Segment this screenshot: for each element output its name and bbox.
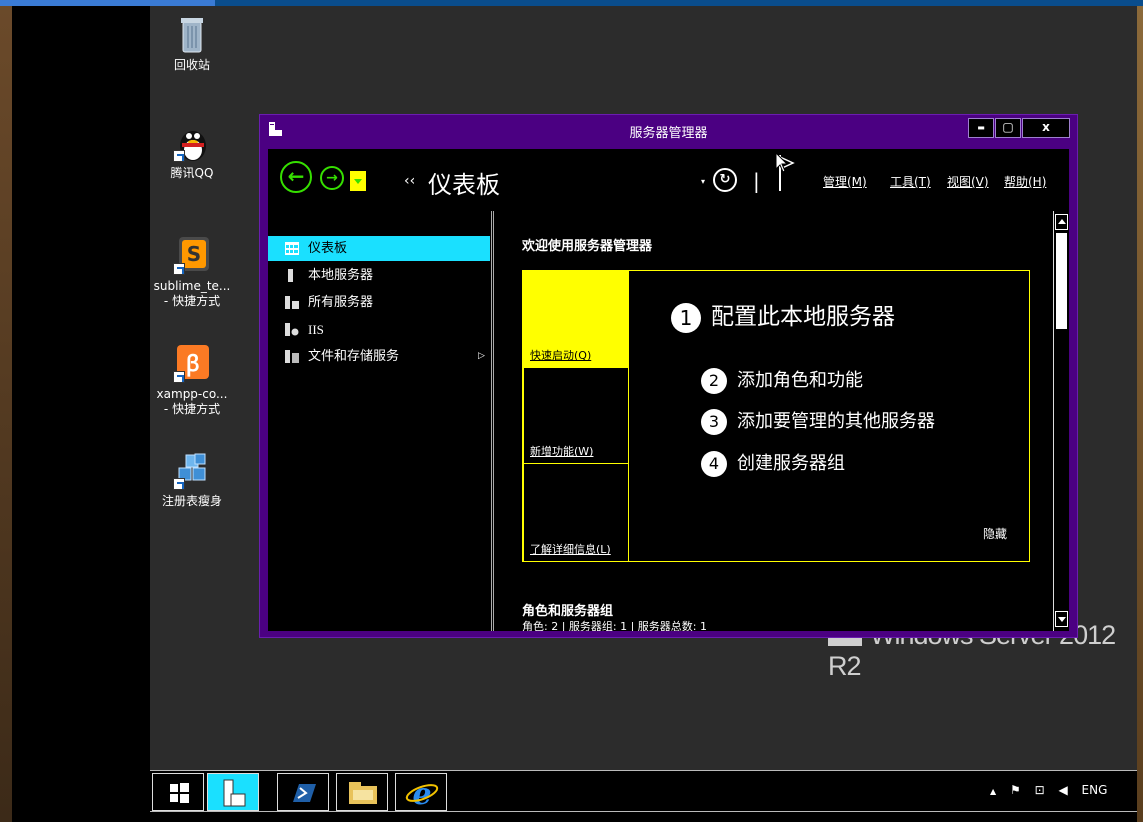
taskbar-internet-explorer[interactable]: e xyxy=(395,773,447,812)
step-add-roles[interactable]: 2 添加角色和功能 xyxy=(701,366,863,394)
server-manager-window[interactable]: 服务器管理器 ▬ ▢ x ← → ‹‹ 仪表板 ▾ ↻ | 管理(M) 工具(T… xyxy=(259,114,1078,638)
hide-link[interactable]: 隐藏 xyxy=(983,525,1007,542)
show-hidden-icons-button[interactable]: ▲ xyxy=(990,787,996,796)
nav-label: IIS xyxy=(308,322,324,337)
internet-explorer-icon: e xyxy=(405,777,439,812)
recycle-bin-icon xyxy=(173,14,211,54)
input-language[interactable]: ENG xyxy=(1082,783,1108,797)
menu-manage[interactable]: 管理(M) xyxy=(823,173,867,190)
step-number-badge: 1 xyxy=(671,302,701,333)
right-edge xyxy=(1137,0,1143,822)
desktop-icon-registry-cleaner[interactable]: 注册表瘦身 xyxy=(152,450,232,509)
system-tray: ▲ ⚑ ⊡ ◀ ENG xyxy=(990,783,1117,797)
menu-tools[interactable]: 工具(T) xyxy=(890,173,931,190)
network-icon[interactable]: ⊡ xyxy=(1035,783,1045,797)
menu-help[interactable]: 帮助(H) xyxy=(1004,173,1046,190)
breadcrumb-chevron-icon: ‹‹ xyxy=(404,173,416,189)
powershell-icon xyxy=(293,784,316,802)
refresh-icon[interactable]: ↻ xyxy=(713,168,737,192)
registry-cubes-icon xyxy=(173,450,211,490)
refresh-dropdown[interactable]: ▾ xyxy=(701,177,705,186)
svg-text:e: e xyxy=(412,777,431,812)
maximize-button[interactable]: ▢ xyxy=(995,118,1021,138)
svg-text:S: S xyxy=(187,242,201,266)
desktop-icon-recycle-bin[interactable]: 回收站 xyxy=(152,14,232,73)
svg-text:ꞵ: ꞵ xyxy=(186,352,200,377)
top-bar xyxy=(0,0,1143,6)
step-create-server-group[interactable]: 4 创建服务器组 xyxy=(701,449,845,477)
vertical-scrollbar[interactable] xyxy=(1053,211,1069,631)
qq-penguin-icon xyxy=(173,122,211,162)
desktop-icon-xampp[interactable]: ꞵ xampp-co... - 快捷方式 xyxy=(152,343,232,417)
scroll-up-button[interactable] xyxy=(1055,214,1068,230)
breadcrumb: 仪表板 xyxy=(428,171,500,199)
servers-icon xyxy=(285,296,299,309)
step-number-badge: 4 xyxy=(701,451,727,477)
iis-icon xyxy=(285,323,299,336)
sublime-text-icon: S xyxy=(173,235,211,275)
step-number-badge: 3 xyxy=(701,409,727,435)
roles-section-title: 角色和服务器组 xyxy=(522,604,614,619)
left-black-area xyxy=(12,0,150,822)
server-icon xyxy=(288,269,293,282)
desktop-icon-label: 回收站 xyxy=(173,58,210,72)
history-dropdown-button[interactable] xyxy=(350,171,366,191)
nav-label: 本地服务器 xyxy=(308,268,374,283)
scroll-thumb[interactable] xyxy=(1056,233,1067,329)
content-area: 仪表板 本地服务器 所有服务器 IIS 文件和存储服务 ▷ 欢迎使用服务器管理器… xyxy=(268,211,1069,631)
step-add-servers[interactable]: 3 添加要管理的其他服务器 xyxy=(701,407,935,435)
desktop-icon-label: xampp-co... - 快捷方式 xyxy=(156,387,228,416)
nav-item-local-server[interactable]: 本地服务器 xyxy=(268,263,490,288)
storage-icon xyxy=(285,350,299,363)
tile-whats-new[interactable]: 新增功能(W) xyxy=(523,367,629,464)
nav-item-file-storage[interactable]: 文件和存储服务 ▷ xyxy=(268,344,490,369)
title-bar[interactable]: 服务器管理器 ▬ ▢ x xyxy=(260,115,1077,145)
expand-chevron-icon[interactable]: ▷ xyxy=(478,344,485,369)
back-button[interactable]: ← xyxy=(280,161,312,193)
server-manager-taskbar-icon xyxy=(223,779,246,807)
menu-view[interactable]: 视图(V) xyxy=(947,173,989,190)
roles-summary: 角色: 2 | 服务器组: 1 | 服务器总数: 1 xyxy=(522,620,708,631)
desktop-icon-label: sublime_te... - 快捷方式 xyxy=(153,279,231,308)
dashboard-main: 欢迎使用服务器管理器 快速启动(Q) 新增功能(W) 了解详细信息(L) 1 配置… xyxy=(494,211,1053,631)
nav-label: 文件和存储服务 xyxy=(308,349,400,364)
nav-label: 仪表板 xyxy=(308,241,348,256)
volume-muted-icon[interactable]: ◀ xyxy=(1058,783,1067,797)
forward-button[interactable]: → xyxy=(320,166,344,190)
nav-item-all-servers[interactable]: 所有服务器 xyxy=(268,290,490,315)
desktop-icon-qq[interactable]: 腾讯QQ xyxy=(152,122,232,181)
navigation-pane: 仪表板 本地服务器 所有服务器 IIS 文件和存储服务 ▷ xyxy=(268,211,493,631)
nav-item-dashboard[interactable]: 仪表板 xyxy=(268,236,490,261)
dashboard-icon xyxy=(285,242,299,255)
xampp-icon: ꞵ xyxy=(173,343,211,383)
left-edge xyxy=(0,0,12,822)
step-configure-local-server[interactable]: 1 配置此本地服务器 xyxy=(671,297,895,333)
desktop-icon-sublime[interactable]: S sublime_te... - 快捷方式 xyxy=(152,235,232,309)
taskbar-file-explorer[interactable] xyxy=(336,773,388,811)
desktop-icon-label: 注册表瘦身 xyxy=(161,494,222,508)
action-center-flag-icon[interactable]: ⚑ xyxy=(1010,783,1021,797)
scroll-down-button[interactable] xyxy=(1055,611,1068,627)
welcome-panel: 快速启动(Q) 新增功能(W) 了解详细信息(L) 1 配置此本地服务器 2 添加角… xyxy=(522,270,1030,562)
step-number-badge: 2 xyxy=(701,368,727,394)
welcome-title: 欢迎使用服务器管理器 xyxy=(522,239,653,254)
nav-item-iis[interactable]: IIS xyxy=(268,317,490,342)
desktop-icon-label: 腾讯QQ xyxy=(170,166,214,180)
taskbar: e ▲ ⚑ ⊡ ◀ ENG xyxy=(150,770,1137,812)
toolbar: ← → ‹‹ 仪表板 ▾ ↻ | 管理(M) 工具(T) 视图(V) 帮助(H) xyxy=(268,149,1069,211)
start-button[interactable] xyxy=(152,773,204,811)
windows-start-icon xyxy=(170,783,189,803)
nav-label: 所有服务器 xyxy=(308,295,374,310)
tile-learn-more[interactable]: 了解详细信息(L) xyxy=(523,463,629,562)
toolbar-separator: | xyxy=(753,169,760,193)
taskbar-powershell[interactable] xyxy=(277,773,329,811)
minimize-button[interactable]: ▬ xyxy=(968,118,994,138)
taskbar-server-manager[interactable] xyxy=(207,773,259,811)
tile-quick-start[interactable]: 快速启动(Q) xyxy=(523,270,629,368)
window-title: 服务器管理器 xyxy=(629,126,708,141)
file-explorer-icon xyxy=(349,782,377,804)
close-button[interactable]: x xyxy=(1022,118,1070,138)
mouse-cursor-icon xyxy=(775,152,789,173)
